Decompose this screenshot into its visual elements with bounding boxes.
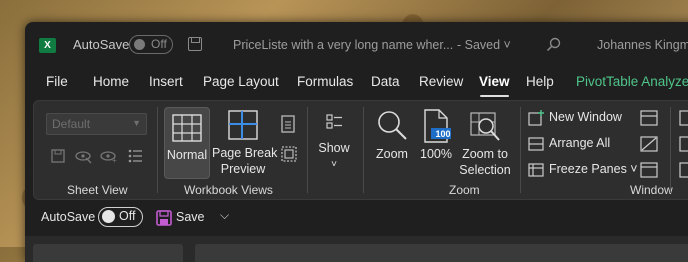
arrange-all-button[interactable]: Arrange All: [528, 135, 628, 153]
zoom-100-label: 100%: [420, 147, 452, 161]
zoom-to-selection-button[interactable]: Zoom to Selection: [458, 107, 512, 179]
zoom-to-selection-label-2: Selection: [459, 163, 511, 177]
title-bar: X AutoSave Off PriceListe with a very lo…: [25, 22, 688, 68]
tab-home[interactable]: Home: [93, 74, 129, 89]
reset-position-icon[interactable]: [679, 162, 688, 178]
freeze-panes-icon: [528, 163, 544, 177]
toggle-knob: [102, 210, 115, 223]
autosave-state: Off: [151, 37, 167, 51]
group-separator: [670, 107, 671, 193]
qa-autosave-state: Off: [119, 209, 136, 223]
window-group-label: Window: [630, 183, 673, 197]
view-side-by-side-icon[interactable]: [679, 110, 688, 126]
qa-save-label[interactable]: Save: [176, 210, 205, 224]
tab-insert[interactable]: Insert: [149, 74, 183, 89]
page-break-preview-button[interactable]: Page Break Preview: [212, 107, 278, 179]
tab-formulas[interactable]: Formulas: [297, 74, 353, 89]
group-separator: [520, 107, 521, 193]
arrange-all-label: Arrange All: [549, 136, 611, 150]
zoom-button[interactable]: Zoom: [368, 107, 416, 179]
document-status[interactable]: - Saved ˅: [457, 38, 511, 52]
chevron-down-icon: ▼: [132, 118, 141, 128]
excel-logo-icon: X: [39, 38, 56, 53]
tab-view[interactable]: View: [479, 74, 510, 97]
zoom-label: Zoom: [376, 147, 408, 161]
svg-text:+: +: [112, 156, 117, 164]
new-window-button[interactable]: New Window: [528, 109, 628, 127]
page-break-icon: [228, 110, 258, 140]
normal-label: Normal: [166, 148, 208, 162]
toggle-knob: [134, 39, 145, 50]
freeze-panes-label: Freeze Panes ˅: [549, 162, 638, 176]
tab-review[interactable]: Review: [419, 74, 463, 89]
chevron-down-icon: ˅: [331, 159, 337, 170]
show-button[interactable]: Show ˅: [315, 107, 353, 179]
group-separator: [157, 107, 158, 193]
formula-bar-area: [25, 236, 688, 262]
sync-scroll-icon[interactable]: [679, 136, 688, 152]
sheet-view-dropdown[interactable]: Default ▼: [46, 113, 147, 135]
ribbon: Default ▼ + Sheet View Normal Page Break…: [33, 100, 688, 200]
zoom-100-button[interactable]: 100 100%: [416, 107, 456, 179]
options-list-icon[interactable]: [127, 148, 143, 164]
tab-page-layout[interactable]: Page Layout: [203, 74, 279, 89]
show-options-icon: [326, 114, 342, 129]
autosave-label: AutoSave: [73, 37, 130, 52]
save-icon[interactable]: [156, 210, 172, 226]
group-separator: [307, 107, 308, 193]
show-label: Show: [318, 141, 350, 155]
document-title[interactable]: PriceListe with a very long name wher...: [233, 38, 453, 52]
autosave-toggle[interactable]: Off: [129, 35, 173, 54]
tab-data[interactable]: Data: [371, 74, 400, 89]
page-layout-icon[interactable]: [280, 115, 296, 133]
arrange-all-icon: [528, 137, 544, 151]
search-icon[interactable]: [546, 37, 562, 53]
user-name[interactable]: Johannes Kingma: [597, 38, 688, 52]
exit-view-icon[interactable]: [75, 148, 93, 164]
zoom-to-selection-label-1: Zoom to: [462, 147, 508, 161]
quick-access-toolbar: AutoSave Off Save ⌵: [25, 202, 688, 232]
save-icon[interactable]: [188, 37, 202, 51]
unhide-icon[interactable]: [640, 162, 658, 178]
freeze-panes-button[interactable]: Freeze Panes ˅: [528, 161, 638, 179]
group-separator: [363, 107, 364, 193]
sheet-view-group-label: Sheet View: [67, 183, 128, 197]
qa-autosave-toggle[interactable]: Off: [98, 207, 143, 227]
hide-icon[interactable]: [640, 136, 658, 152]
new-window-label: New Window: [549, 110, 622, 124]
normal-view-button[interactable]: Normal: [164, 107, 210, 179]
page-break-label-2: Preview: [220, 162, 266, 176]
new-view-icon[interactable]: +: [100, 148, 118, 164]
split-icon[interactable]: [640, 110, 658, 126]
sheet-view-value: Default: [52, 117, 91, 131]
excel-window: X AutoSave Off PriceListe with a very lo…: [25, 22, 688, 262]
keep-icon[interactable]: [50, 148, 66, 164]
tab-pivottable-analyze[interactable]: PivotTable Analyze: [576, 74, 688, 89]
customize-toolbar-icon[interactable]: ⌵: [220, 208, 229, 223]
new-window-icon: [528, 110, 544, 126]
custom-views-icon[interactable]: [280, 145, 298, 163]
magnifier-icon: [378, 111, 407, 140]
qa-autosave-label: AutoSave: [41, 210, 96, 224]
tab-help[interactable]: Help: [526, 74, 554, 89]
workbook-views-group-label: Workbook Views: [184, 183, 273, 197]
zoom-selection-icon: [470, 112, 500, 141]
normal-grid-icon: [172, 114, 202, 142]
tab-file[interactable]: File: [46, 74, 68, 89]
page-break-label-1: Page Break: [212, 146, 278, 160]
zoom-100-badge: 100: [435, 129, 451, 139]
zoom-group-label: Zoom: [449, 183, 480, 197]
